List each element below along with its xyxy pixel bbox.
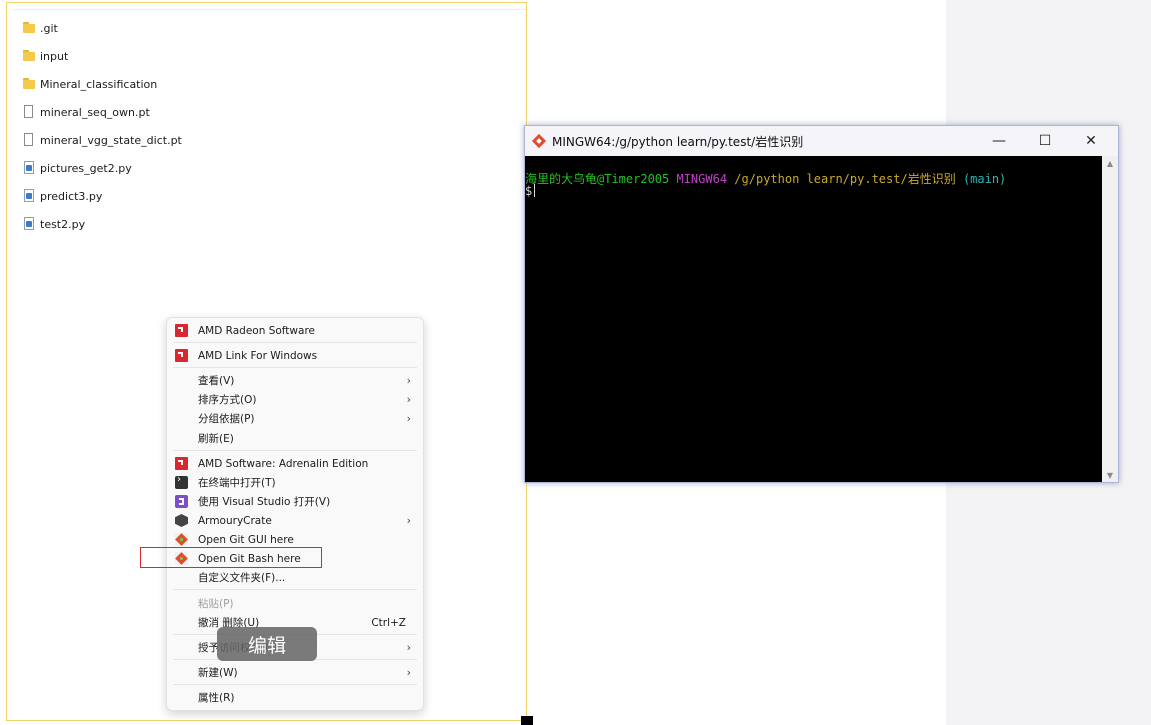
edit-tooltip: 编辑	[217, 627, 317, 661]
scroll-up-icon[interactable]: ▲	[1102, 156, 1118, 170]
file-name: input	[40, 49, 69, 63]
file-icon	[22, 133, 36, 147]
text-cursor	[534, 184, 536, 197]
prompt-system: MINGW64	[676, 172, 728, 186]
menu-item-group-by[interactable]: 分组依据(P) ›	[167, 409, 423, 428]
menu-item-amd-radeon[interactable]: AMD Radeon Software	[167, 321, 423, 340]
folder-icon	[22, 49, 36, 63]
input-line[interactable]: $	[525, 184, 536, 198]
visual-studio-icon	[175, 495, 188, 508]
terminal-titlebar[interactable]: MINGW64:/g/python learn/py.test/岩性识别 — ☐…	[525, 126, 1118, 156]
prompt-path: /g/python learn/py.test/岩性识别	[734, 172, 956, 186]
scroll-down-icon[interactable]: ▼	[1102, 468, 1118, 482]
menu-item-refresh[interactable]: 刷新(E)	[167, 429, 423, 448]
menu-item-customize-folder[interactable]: 自定义文件夹(F)...	[167, 568, 423, 587]
menu-separator	[173, 342, 417, 343]
file-name: Mineral_classification	[40, 77, 158, 91]
close-button[interactable]: ✕	[1068, 126, 1114, 156]
amd-icon	[175, 349, 188, 362]
prompt-branch: (main)	[962, 172, 1007, 186]
list-item[interactable]: input	[22, 42, 182, 70]
python-file-icon	[22, 217, 36, 231]
file-name: .git	[40, 21, 58, 35]
folder-icon	[22, 21, 36, 35]
menu-item-open-terminal[interactable]: 在终端中打开(T)	[167, 473, 423, 492]
list-item[interactable]: predict3.py	[22, 182, 182, 210]
file-name: test2.py	[40, 217, 86, 231]
folder-icon	[22, 77, 36, 91]
list-item[interactable]: mineral_seq_own.pt	[22, 98, 182, 126]
file-icon	[22, 105, 36, 119]
chevron-right-icon: ›	[406, 514, 411, 527]
file-name: predict3.py	[40, 189, 103, 203]
prompt-line: 海里的大乌龟@Timer2005 MINGW64 /g/python learn…	[525, 170, 1006, 187]
file-name: mineral_vgg_state_dict.pt	[40, 133, 182, 147]
list-item[interactable]: test2.py	[22, 210, 182, 238]
git-bash-window[interactable]: MINGW64:/g/python learn/py.test/岩性识别 — ☐…	[524, 125, 1119, 483]
armoury-crate-icon	[175, 514, 188, 527]
menu-separator	[173, 450, 417, 451]
prompt-user: 海里的大乌龟@Timer2005	[525, 172, 670, 186]
chevron-right-icon: ›	[406, 666, 411, 679]
menu-item-amd-link[interactable]: AMD Link For Windows	[167, 346, 423, 365]
maximize-button[interactable]: ☐	[1022, 126, 1068, 156]
prompt-symbol: $	[525, 184, 533, 198]
list-item[interactable]: pictures_get2.py	[22, 154, 182, 182]
menu-item-open-visual-studio[interactable]: 使用 Visual Studio 打开(V)	[167, 492, 423, 511]
menu-item-paste: 粘贴(P)	[198, 598, 234, 610]
menu-item-armoury-crate[interactable]: ArmouryCrate ›	[167, 511, 423, 530]
menu-item-properties[interactable]: 属性(R)	[167, 688, 423, 707]
chevron-right-icon: ›	[406, 393, 411, 406]
list-item[interactable]: mineral_vgg_state_dict.pt	[22, 126, 182, 154]
shortcut-label: Ctrl+Z	[371, 616, 406, 629]
terminal-icon	[175, 474, 188, 489]
amd-icon	[175, 457, 188, 470]
list-item[interactable]: Mineral_classification	[22, 70, 182, 98]
list-item[interactable]: .git	[22, 14, 182, 42]
resize-handle[interactable]	[521, 716, 533, 725]
menu-item-view[interactable]: 查看(V) ›	[167, 371, 423, 390]
menu-item-new[interactable]: 新建(W) ›	[167, 663, 423, 682]
menu-separator	[173, 684, 417, 685]
minimize-button[interactable]: —	[976, 126, 1022, 156]
menu-separator	[173, 589, 417, 590]
chevron-right-icon: ›	[406, 374, 411, 387]
chevron-right-icon: ›	[406, 412, 411, 425]
terminal-scrollbar[interactable]: ▲ ▼	[1102, 156, 1118, 482]
terminal-title: MINGW64:/g/python learn/py.test/岩性识别	[552, 134, 804, 149]
python-file-icon	[22, 161, 36, 175]
file-name: mineral_seq_own.pt	[40, 105, 150, 119]
file-list: .git input Mineral_classification minera…	[22, 14, 182, 238]
amd-icon	[175, 324, 188, 337]
git-logo-icon	[531, 133, 547, 149]
annotation-highlight	[140, 547, 322, 568]
divider	[13, 9, 526, 10]
git-icon	[175, 533, 188, 546]
menu-separator	[173, 367, 417, 368]
chevron-right-icon: ›	[406, 641, 411, 654]
menu-item-sort-by[interactable]: 排序方式(O) ›	[167, 390, 423, 409]
python-file-icon	[22, 189, 36, 203]
file-name: pictures_get2.py	[40, 161, 132, 175]
terminal-output[interactable]: 海里的大乌龟@Timer2005 MINGW64 /g/python learn…	[525, 156, 1102, 482]
menu-item-amd-adrenalin[interactable]: AMD Software: Adrenalin Edition	[167, 454, 423, 473]
